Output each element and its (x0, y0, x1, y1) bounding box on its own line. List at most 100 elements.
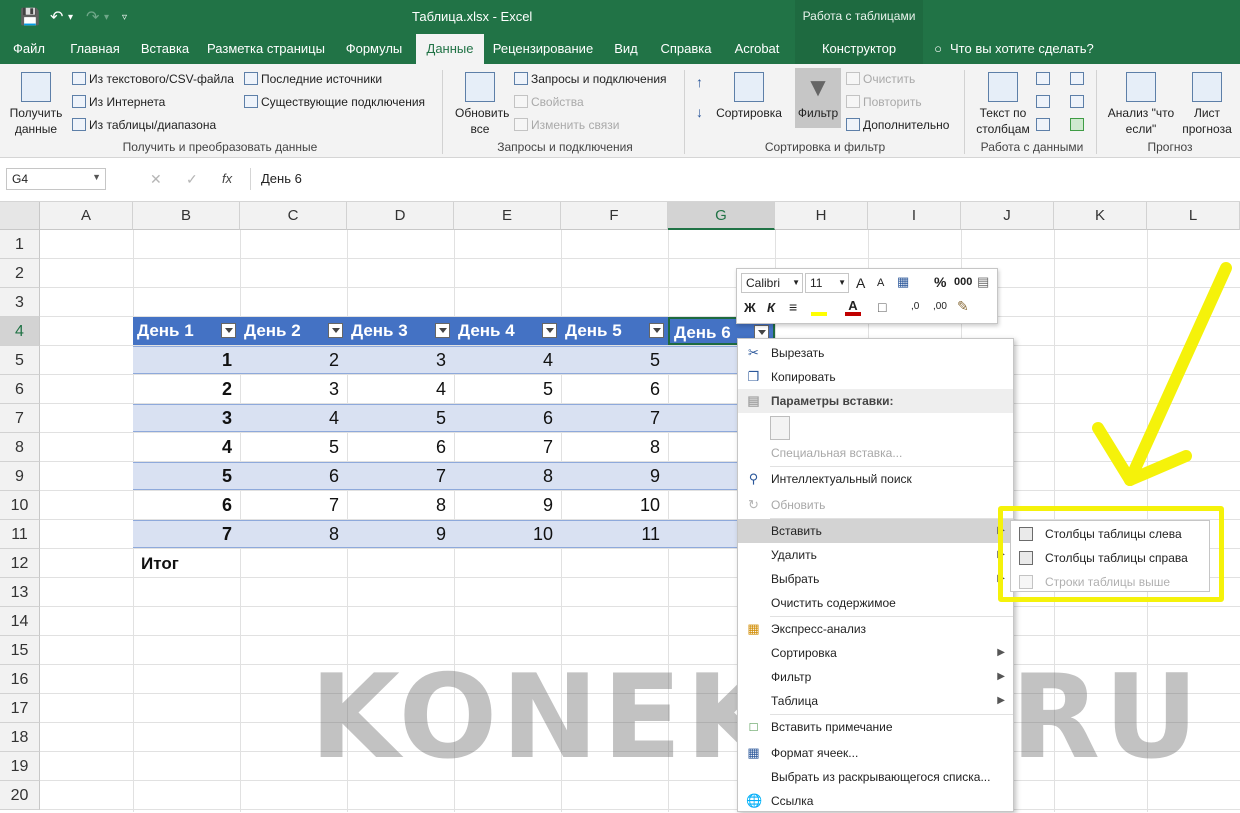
table-cell[interactable]: 3 (347, 346, 454, 375)
from-csv-button[interactable]: Из текстового/CSV-файла (72, 72, 234, 86)
table-cell[interactable]: 5 (347, 404, 454, 433)
row-header-1[interactable]: 1 (0, 230, 40, 259)
sort-button[interactable]: Сортировка (714, 72, 784, 121)
table-cell[interactable]: 4 (133, 433, 240, 462)
table-cell[interactable]: 2 (240, 346, 347, 375)
table-cell[interactable]: 4 (347, 375, 454, 404)
font-size-select[interactable]: 11 ▼ (805, 273, 849, 293)
row-header-11[interactable]: 11 (0, 520, 40, 549)
filter-dropdown-icon[interactable] (649, 323, 664, 338)
column-header-f[interactable]: F (561, 202, 668, 230)
table-header-cell[interactable]: День 4 (454, 317, 561, 345)
table-cell[interactable]: 5 (454, 375, 561, 404)
comma-style-icon[interactable]: 000 (954, 276, 972, 288)
advanced-filter-button[interactable]: Дополнительно (846, 118, 949, 132)
chevron-down-icon[interactable]: ▼ (92, 172, 101, 182)
menu-pick-from-list[interactable]: Выбрать из раскрывающегося списка... (738, 765, 1013, 789)
tab-page-layout[interactable]: Разметка страницы (198, 34, 334, 64)
what-if-button[interactable]: Анализ "что если" (1102, 72, 1180, 137)
menu-sort[interactable]: Сортировка ▶ (738, 641, 1013, 665)
menu-insert-comment[interactable]: □ Вставить примечание (738, 715, 1013, 739)
grow-font-icon[interactable]: A (856, 275, 865, 291)
table-cell[interactable]: 6 (561, 375, 668, 404)
tab-review[interactable]: Рецензирование (484, 34, 602, 64)
shrink-font-icon[interactable]: A (877, 277, 884, 289)
table-cell[interactable]: 4 (240, 404, 347, 433)
table-cell[interactable]: 9 (347, 520, 454, 549)
menu-clear-contents[interactable]: Очистить содержимое (738, 591, 1013, 615)
column-header-i[interactable]: I (868, 202, 961, 230)
table-header-cell[interactable]: День 3 (347, 317, 454, 345)
column-header-e[interactable]: E (454, 202, 561, 230)
tab-view[interactable]: Вид (602, 34, 650, 64)
tab-insert[interactable]: Вставка (132, 34, 198, 64)
table-cell[interactable]: 7 (240, 491, 347, 520)
font-name-select[interactable]: Calibri ▼ (741, 273, 803, 293)
table-cell[interactable]: 1 (133, 346, 240, 375)
table-cell[interactable]: 7 (133, 520, 240, 549)
save-icon[interactable]: 💾 (20, 7, 40, 27)
row-header-6[interactable]: 6 (0, 375, 40, 404)
tab-acrobat[interactable]: Acrobat (722, 34, 792, 64)
table-cell[interactable]: 5 (561, 346, 668, 375)
row-header-4[interactable]: 4 (0, 317, 40, 346)
table-cell[interactable]: 11 (561, 520, 668, 549)
increase-decimal-icon[interactable]: ,0 (911, 301, 919, 312)
column-header-a[interactable]: A (40, 202, 133, 230)
row-header-20[interactable]: 20 (0, 781, 40, 810)
row-header-12[interactable]: 12 (0, 549, 40, 578)
tab-file[interactable]: Файл (0, 34, 58, 64)
menu-quick-analysis[interactable]: ▦ Экспресс-анализ (738, 617, 1013, 641)
from-web-button[interactable]: Из Интернета (72, 95, 165, 109)
table-cell[interactable]: 2 (133, 375, 240, 404)
table-cell[interactable]: 8 (347, 491, 454, 520)
select-all-corner[interactable] (0, 202, 40, 230)
sort-za-icon[interactable]: ↓ (696, 104, 703, 120)
table-cell[interactable]: 8 (561, 433, 668, 462)
menu-filter[interactable]: Фильтр ▶ (738, 665, 1013, 689)
menu-insert[interactable]: Вставить ▶ (738, 519, 1013, 543)
table-header-cell[interactable]: День 1 (133, 317, 240, 345)
percent-style-icon[interactable]: % (934, 274, 946, 290)
row-header-2[interactable]: 2 (0, 259, 40, 288)
existing-connections-button[interactable]: Существующие подключения (244, 95, 425, 109)
forecast-sheet-button[interactable]: Лист прогноза (1180, 72, 1234, 137)
table-cell[interactable]: 3 (240, 375, 347, 404)
row-header-15[interactable]: 15 (0, 636, 40, 665)
filter-dropdown-icon[interactable] (221, 323, 236, 338)
get-data-button[interactable]: Получить данные (6, 72, 66, 137)
data-validation-icon[interactable] (1036, 118, 1050, 132)
menu-format-cells[interactable]: ▦ Формат ячеек... (738, 741, 1013, 765)
tell-me-box[interactable]: Что вы хотите сделать? (950, 34, 1100, 64)
row-header-16[interactable]: 16 (0, 665, 40, 694)
from-table-button[interactable]: Из таблицы/диапазона (72, 118, 216, 132)
column-header-d[interactable]: D (347, 202, 454, 230)
tab-home[interactable]: Главная (58, 34, 132, 64)
table-cell[interactable]: 6 (240, 462, 347, 491)
table-cell[interactable]: 9 (454, 491, 561, 520)
menu-table[interactable]: Таблица ▶ (738, 689, 1013, 713)
menu-smart-lookup[interactable]: ⚲ Интеллектуальный поиск (738, 467, 1013, 491)
table-cell[interactable]: 10 (454, 520, 561, 549)
table-cell[interactable]: 5 (240, 433, 347, 462)
table-cell[interactable]: 7 (561, 404, 668, 433)
table-cell[interactable]: 7 (347, 462, 454, 491)
sort-az-icon[interactable]: ↑ (696, 74, 703, 90)
row-header-8[interactable]: 8 (0, 433, 40, 462)
column-header-h[interactable]: H (775, 202, 868, 230)
tab-design[interactable]: Конструктор (795, 34, 923, 64)
row-header-3[interactable]: 3 (0, 288, 40, 317)
table-cell[interactable]: 8 (454, 462, 561, 491)
table-cell[interactable]: 6 (133, 491, 240, 520)
accounting-format-icon[interactable]: ▦ (897, 274, 909, 290)
relationships-icon[interactable] (1070, 95, 1084, 109)
table-cell[interactable]: 10 (561, 491, 668, 520)
recent-sources-button[interactable]: Последние источники (244, 72, 382, 86)
undo-dropdown-icon[interactable]: ▾ (68, 12, 73, 23)
row-header-18[interactable]: 18 (0, 723, 40, 752)
table-header-cell[interactable]: День 2 (240, 317, 347, 345)
table-header-cell[interactable]: День 5 (561, 317, 668, 345)
undo-icon[interactable]: ↶ (50, 7, 63, 27)
table-cell[interactable]: 6 (347, 433, 454, 462)
font-color-icon[interactable]: A (845, 298, 861, 316)
